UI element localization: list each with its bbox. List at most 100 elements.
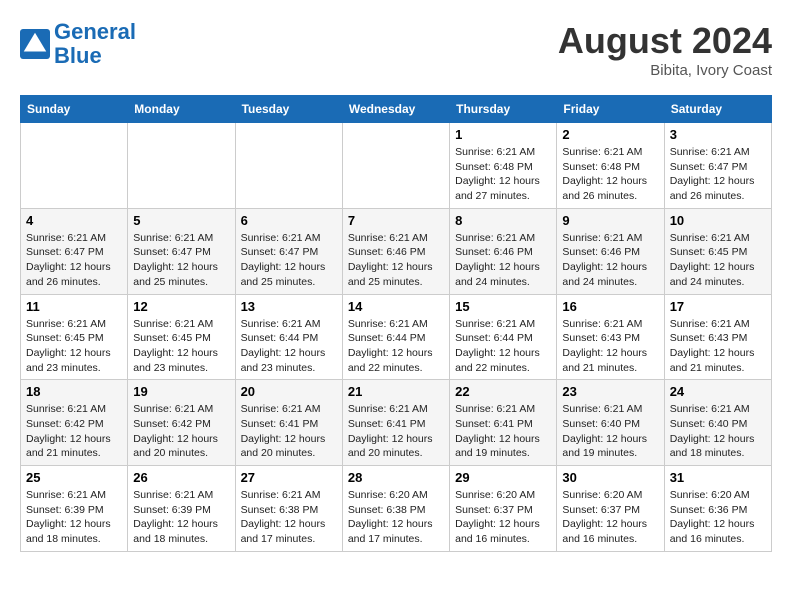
day-info: Sunrise: 6:21 AMSunset: 6:46 PMDaylight:… — [562, 231, 658, 290]
header-cell-saturday: Saturday — [664, 96, 771, 123]
day-info: Sunrise: 6:21 AMSunset: 6:40 PMDaylight:… — [670, 402, 766, 461]
header-cell-tuesday: Tuesday — [235, 96, 342, 123]
calendar-cell: 22 Sunrise: 6:21 AMSunset: 6:41 PMDayligh… — [450, 380, 557, 466]
calendar-cell: 15 Sunrise: 6:21 AMSunset: 6:44 PMDayligh… — [450, 294, 557, 380]
day-number: 22 — [455, 384, 551, 399]
day-number: 7 — [348, 213, 444, 228]
calendar-cell — [21, 123, 128, 209]
day-info: Sunrise: 6:21 AMSunset: 6:41 PMDaylight:… — [455, 402, 551, 461]
day-number: 26 — [133, 470, 229, 485]
day-info: Sunrise: 6:21 AMSunset: 6:46 PMDaylight:… — [348, 231, 444, 290]
day-info: Sunrise: 6:21 AMSunset: 6:45 PMDaylight:… — [26, 317, 122, 376]
day-number: 10 — [670, 213, 766, 228]
day-number: 13 — [241, 299, 337, 314]
day-number: 5 — [133, 213, 229, 228]
day-number: 12 — [133, 299, 229, 314]
day-number: 31 — [670, 470, 766, 485]
day-number: 27 — [241, 470, 337, 485]
day-info: Sunrise: 6:21 AMSunset: 6:39 PMDaylight:… — [26, 488, 122, 547]
calendar-week-3: 11Sunrise: 6:21 AMSunset: 6:45 PMDayligh… — [21, 294, 772, 380]
day-info: Sunrise: 6:20 AMSunset: 6:37 PMDaylight:… — [562, 488, 658, 547]
calendar-cell: 31 Sunrise: 6:20 AMSunset: 6:36 PMDayligh… — [664, 466, 771, 552]
calendar-cell — [342, 123, 449, 209]
day-info: Sunrise: 6:21 AMSunset: 6:41 PMDaylight:… — [348, 402, 444, 461]
calendar-cell: 24 Sunrise: 6:21 AMSunset: 6:40 PMDayligh… — [664, 380, 771, 466]
calendar-cell: 6 Sunrise: 6:21 AMSunset: 6:47 PMDaylight… — [235, 208, 342, 294]
logo: General Blue — [20, 20, 136, 68]
day-info: Sunrise: 6:21 AMSunset: 6:47 PMDaylight:… — [133, 231, 229, 290]
day-info: Sunrise: 6:21 AMSunset: 6:41 PMDaylight:… — [241, 402, 337, 461]
day-number: 14 — [348, 299, 444, 314]
header-row: SundayMondayTuesdayWednesdayThursdayFrid… — [21, 96, 772, 123]
calendar-cell: 13 Sunrise: 6:21 AMSunset: 6:44 PMDayligh… — [235, 294, 342, 380]
calendar-cell: 28Sunrise: 6:20 AMSunset: 6:38 PMDayligh… — [342, 466, 449, 552]
day-info: Sunrise: 6:21 AMSunset: 6:47 PMDaylight:… — [670, 145, 766, 204]
calendar-cell: 27 Sunrise: 6:21 AMSunset: 6:38 PMDayligh… — [235, 466, 342, 552]
calendar-week-1: 1 Sunrise: 6:21 AMSunset: 6:48 PMDaylight… — [21, 123, 772, 209]
calendar-cell: 30Sunrise: 6:20 AMSunset: 6:37 PMDayligh… — [557, 466, 664, 552]
day-number: 17 — [670, 299, 766, 314]
day-number: 2 — [562, 127, 658, 142]
calendar-cell: 29 Sunrise: 6:20 AMSunset: 6:37 PMDayligh… — [450, 466, 557, 552]
day-number: 19 — [133, 384, 229, 399]
day-number: 16 — [562, 299, 658, 314]
day-number: 20 — [241, 384, 337, 399]
day-info: Sunrise: 6:21 AMSunset: 6:44 PMDaylight:… — [241, 317, 337, 376]
day-info: Sunrise: 6:21 AMSunset: 6:43 PMDaylight:… — [562, 317, 658, 376]
calendar-cell: 1 Sunrise: 6:21 AMSunset: 6:48 PMDaylight… — [450, 123, 557, 209]
header-cell-wednesday: Wednesday — [342, 96, 449, 123]
day-number: 6 — [241, 213, 337, 228]
logo-icon — [20, 29, 50, 59]
day-number: 25 — [26, 470, 122, 485]
day-number: 28 — [348, 470, 444, 485]
day-info: Sunrise: 6:21 AMSunset: 6:47 PMDaylight:… — [241, 231, 337, 290]
title-block: August 2024 Bibita, Ivory Coast — [558, 20, 772, 79]
day-number: 23 — [562, 384, 658, 399]
day-number: 1 — [455, 127, 551, 142]
day-info: Sunrise: 6:20 AMSunset: 6:36 PMDaylight:… — [670, 488, 766, 547]
calendar-cell: 16 Sunrise: 6:21 AMSunset: 6:43 PMDayligh… — [557, 294, 664, 380]
day-info: Sunrise: 6:21 AMSunset: 6:46 PMDaylight:… — [455, 231, 551, 290]
logo-text: General Blue — [54, 20, 136, 68]
day-info: Sunrise: 6:21 AMSunset: 6:40 PMDaylight:… — [562, 402, 658, 461]
calendar-cell: 18 Sunrise: 6:21 AMSunset: 6:42 PMDayligh… — [21, 380, 128, 466]
calendar-cell: 23 Sunrise: 6:21 AMSunset: 6:40 PMDayligh… — [557, 380, 664, 466]
day-info: Sunrise: 6:20 AMSunset: 6:37 PMDaylight:… — [455, 488, 551, 547]
day-number: 15 — [455, 299, 551, 314]
calendar-cell: 26Sunrise: 6:21 AMSunset: 6:39 PMDayligh… — [128, 466, 235, 552]
day-number: 18 — [26, 384, 122, 399]
calendar-week-4: 18 Sunrise: 6:21 AMSunset: 6:42 PMDayligh… — [21, 380, 772, 466]
day-info: Sunrise: 6:21 AMSunset: 6:44 PMDaylight:… — [455, 317, 551, 376]
calendar-cell: 8 Sunrise: 6:21 AMSunset: 6:46 PMDaylight… — [450, 208, 557, 294]
day-number: 21 — [348, 384, 444, 399]
calendar-cell — [128, 123, 235, 209]
day-info: Sunrise: 6:21 AMSunset: 6:47 PMDaylight:… — [26, 231, 122, 290]
day-number: 29 — [455, 470, 551, 485]
calendar-cell: 11Sunrise: 6:21 AMSunset: 6:45 PMDayligh… — [21, 294, 128, 380]
header-cell-monday: Monday — [128, 96, 235, 123]
calendar-cell: 17 Sunrise: 6:21 AMSunset: 6:43 PMDayligh… — [664, 294, 771, 380]
day-info: Sunrise: 6:21 AMSunset: 6:42 PMDaylight:… — [133, 402, 229, 461]
day-number: 24 — [670, 384, 766, 399]
day-info: Sunrise: 6:21 AMSunset: 6:38 PMDaylight:… — [241, 488, 337, 547]
calendar-cell: 3Sunrise: 6:21 AMSunset: 6:47 PMDaylight… — [664, 123, 771, 209]
calendar-cell: 14Sunrise: 6:21 AMSunset: 6:44 PMDayligh… — [342, 294, 449, 380]
day-number: 8 — [455, 213, 551, 228]
day-info: Sunrise: 6:21 AMSunset: 6:45 PMDaylight:… — [133, 317, 229, 376]
calendar-table: SundayMondayTuesdayWednesdayThursdayFrid… — [20, 95, 772, 552]
calendar-cell: 2Sunrise: 6:21 AMSunset: 6:48 PMDaylight… — [557, 123, 664, 209]
day-info: Sunrise: 6:21 AMSunset: 6:48 PMDaylight:… — [455, 145, 551, 204]
header-cell-sunday: Sunday — [21, 96, 128, 123]
calendar-cell: 10 Sunrise: 6:21 AMSunset: 6:45 PMDayligh… — [664, 208, 771, 294]
header-cell-friday: Friday — [557, 96, 664, 123]
calendar-cell: 20 Sunrise: 6:21 AMSunset: 6:41 PMDayligh… — [235, 380, 342, 466]
day-info: Sunrise: 6:21 AMSunset: 6:43 PMDaylight:… — [670, 317, 766, 376]
calendar-cell: 7 Sunrise: 6:21 AMSunset: 6:46 PMDaylight… — [342, 208, 449, 294]
month-year: August 2024 — [558, 20, 772, 62]
day-info: Sunrise: 6:21 AMSunset: 6:45 PMDaylight:… — [670, 231, 766, 290]
day-info: Sunrise: 6:21 AMSunset: 6:42 PMDaylight:… — [26, 402, 122, 461]
day-number: 9 — [562, 213, 658, 228]
day-number: 4 — [26, 213, 122, 228]
calendar-cell: 12 Sunrise: 6:21 AMSunset: 6:45 PMDayligh… — [128, 294, 235, 380]
calendar-cell — [235, 123, 342, 209]
